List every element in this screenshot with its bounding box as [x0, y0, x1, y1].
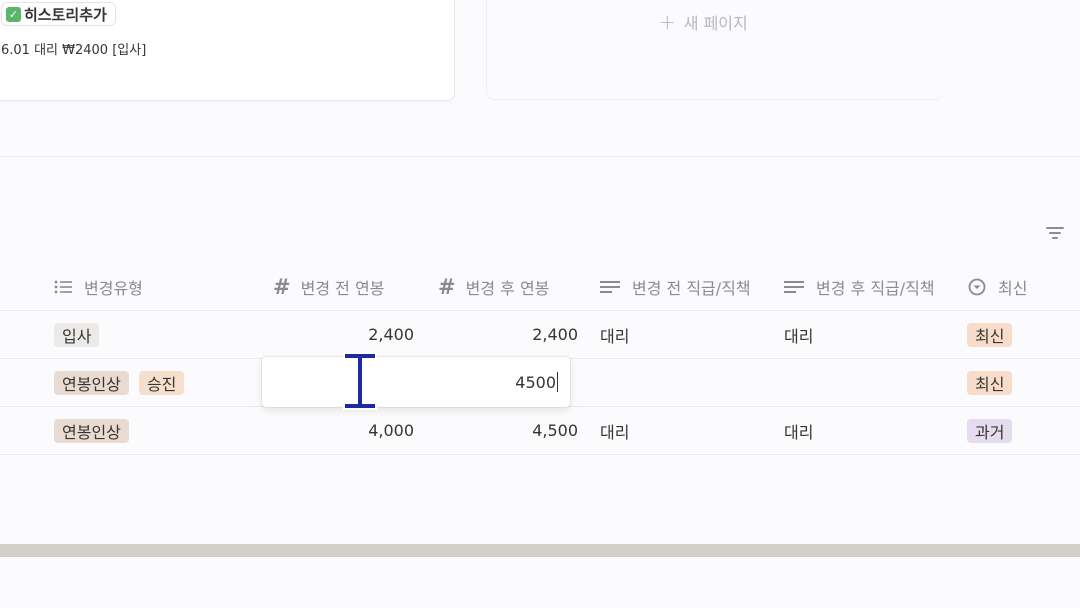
column-header-change-type[interactable]: 변경유형	[54, 264, 143, 310]
column-label: 변경 전 연봉	[300, 279, 385, 298]
after-salary-cell[interactable]: 2,400	[426, 311, 578, 358]
change-type-tag: 입사	[54, 322, 100, 347]
table-row[interactable]: 입사 2,400 2,400 대리 대리 최신	[0, 311, 1080, 359]
status-badge: 최신	[967, 370, 1013, 395]
number-icon: #	[438, 275, 456, 299]
change-type-cell[interactable]: 연봉인상	[54, 407, 139, 454]
column-label: 변경유형	[84, 279, 143, 298]
column-label: 변경 후 직급/직책	[816, 279, 935, 298]
status-icon	[968, 278, 986, 296]
filter-icon[interactable]	[1046, 227, 1064, 241]
change-type-tag: 연봉인상	[54, 418, 129, 443]
new-page-button[interactable]: + 새 페이지	[486, 0, 943, 100]
column-label: 변경 후 연봉	[465, 279, 550, 298]
ibeam-cursor-icon	[343, 352, 377, 410]
latest-cell[interactable]: 최신	[967, 359, 1022, 406]
latest-cell[interactable]: 최신	[967, 311, 1022, 358]
after-salary-edit-input[interactable]: 4500	[262, 357, 570, 407]
text-icon	[784, 280, 804, 294]
text-icon	[600, 280, 620, 294]
column-header-after-salary[interactable]: # 변경 후 연봉	[438, 264, 549, 310]
card-title-label: 히스토리추가	[24, 5, 107, 24]
after-salary-cell[interactable]: 4,500	[426, 407, 578, 454]
change-type-tag: 연봉인상	[54, 370, 129, 395]
after-position-cell[interactable]: 대리	[784, 407, 813, 454]
after-position-cell[interactable]: 대리	[784, 311, 813, 358]
section-divider	[0, 156, 1080, 157]
card-title[interactable]: ✓ 히스토리추가	[1, 2, 116, 26]
table-row[interactable]: 연봉인상 4,000 4,500 대리 대리 과거	[0, 407, 1080, 455]
list-icon	[54, 280, 72, 294]
column-label: 변경 전 직급/직책	[632, 279, 751, 298]
plus-icon: +	[659, 10, 676, 34]
card-text: 6.01 대리 ₩2400 [입사]	[1, 43, 147, 58]
before-salary-cell[interactable]: 2,400	[262, 311, 414, 358]
column-header-latest[interactable]: 최신	[968, 264, 1027, 310]
column-header-before-salary[interactable]: # 변경 전 연봉	[273, 264, 384, 310]
status-badge: 과거	[967, 418, 1013, 443]
new-page-label: 새 페이지	[683, 14, 748, 33]
change-type-cell[interactable]: 입사	[54, 311, 109, 358]
change-type-tag: 승진	[138, 370, 185, 395]
number-icon: #	[273, 275, 291, 299]
latest-cell[interactable]: 과거	[967, 407, 1022, 454]
history-card[interactable]: ✓ 히스토리추가 6.01 대리 ₩2400 [입사]	[0, 0, 455, 101]
status-badge: 최신	[967, 322, 1013, 347]
text-caret	[557, 372, 558, 392]
column-label: 최신	[998, 279, 1028, 298]
before-position-cell[interactable]: 대리	[600, 407, 629, 454]
page: ✓ 히스토리추가 6.01 대리 ₩2400 [입사] + 새 페이지 변경유형…	[0, 0, 1080, 608]
checkmark-icon: ✓	[6, 6, 21, 22]
before-salary-cell[interactable]: 4,000	[262, 407, 414, 454]
column-header-before-position[interactable]: 변경 전 직급/직책	[600, 264, 751, 310]
edit-input-value: 4500	[515, 372, 556, 392]
column-header-after-position[interactable]: 변경 후 직급/직책	[784, 264, 935, 310]
bottom-divider-bar	[0, 544, 1080, 557]
change-type-cell[interactable]: 연봉인상 승진	[54, 359, 194, 406]
table-header: 변경유형 # 변경 전 연봉 # 변경 후 연봉 변경 전 직급/직책 변경 후…	[0, 264, 1080, 311]
before-position-cell[interactable]: 대리	[600, 311, 629, 358]
